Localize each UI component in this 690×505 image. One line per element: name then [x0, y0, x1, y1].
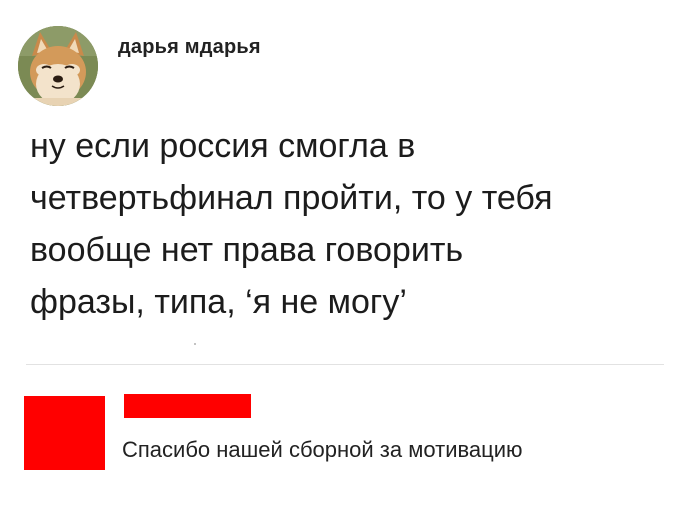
post-text: ну если россия смогла в четвертьфинал пр… — [30, 127, 553, 321]
post-card: дарья мдарья ну если россия смогла в чет… — [0, 0, 690, 505]
separator-dot — [194, 343, 196, 345]
comment-text: Спасибо нашей сборной за мотивацию — [122, 437, 523, 462]
shiba-inu-dog-avatar-icon — [18, 26, 98, 106]
comment-avatar-redacted — [24, 396, 105, 470]
divider — [26, 364, 664, 365]
post-author-name[interactable]: дарья мдарья — [118, 36, 261, 59]
user-avatar[interactable] — [18, 26, 98, 106]
comment-author-redacted — [124, 394, 251, 418]
